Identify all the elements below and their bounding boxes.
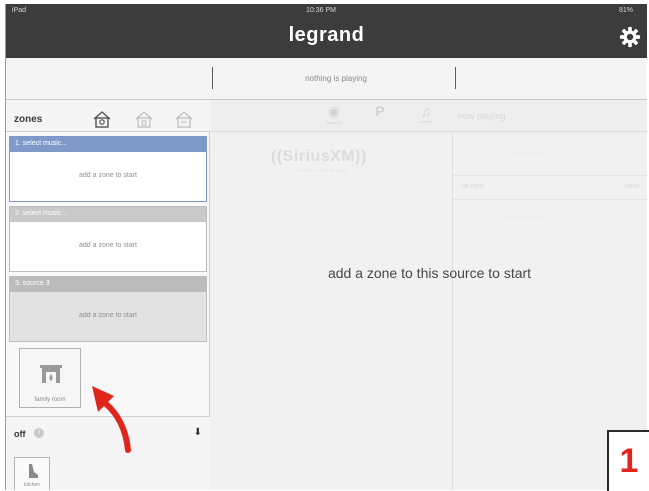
tab-library[interactable]: ♫ Library [401, 103, 451, 131]
device-label: iPad [12, 7, 27, 14]
info-icon[interactable]: i [34, 428, 44, 438]
sirius-tagline: SATELLITE RADIO [299, 168, 349, 173]
up-next-label: up next [461, 183, 484, 190]
sirius-logo: ((SiriusXM)) [271, 148, 367, 165]
house-active-icon[interactable] [92, 110, 112, 128]
settings-gear-icon[interactable] [619, 26, 641, 48]
house-icon[interactable] [134, 110, 154, 128]
fireplace-icon [40, 365, 62, 383]
clear-queue-button[interactable]: clear [625, 183, 640, 190]
divider [453, 175, 647, 176]
pandora-tab-icon: P [375, 103, 385, 119]
battery-level: 81% [618, 7, 633, 14]
step-number-badge: 1 [607, 430, 649, 491]
source-card-hint: add a zone to start [79, 312, 137, 319]
step-number: 1 [619, 442, 639, 480]
now-playing-bar[interactable]: nothing is playing [6, 58, 647, 100]
off-label: off [14, 429, 26, 439]
ghost-link: ——————— [505, 215, 547, 221]
zone-tile-kitchen[interactable]: kitchen [14, 457, 50, 490]
divider [455, 67, 456, 89]
tab-siriusxm[interactable]: ◉ SiriusXM [309, 103, 359, 131]
divider [453, 199, 647, 200]
kitchen-icon [29, 464, 38, 478]
clock: 10:36 PM [306, 7, 336, 14]
main-panel: ◉ SiriusXM P ♫ Library now playing ((Sir… [211, 100, 647, 490]
source-card-header: 1. select music... [10, 137, 206, 152]
zone-tile-label: kitchen [24, 482, 40, 488]
down-arrow-icon[interactable]: ⬇ [194, 427, 202, 438]
source-tabs: ◉ SiriusXM P ♫ Library now playing [211, 100, 647, 132]
app-title: legrand [288, 24, 365, 46]
tab-pandora[interactable]: P [355, 103, 405, 131]
now-playing-heading: now playing [458, 111, 506, 121]
source-card-3[interactable]: 3. source 3 add a zone to start [9, 276, 207, 342]
source-card-1[interactable]: 1. select music... add a zone to start [9, 136, 207, 202]
source-card-header: 2. select music... [10, 207, 206, 222]
source-card-2[interactable]: 2. select music... add a zone to start [9, 206, 207, 272]
tab-label: SiriusXM [325, 120, 342, 125]
zone-tile-label: family room [34, 397, 66, 403]
empty-state-message: add a zone to this source to start [327, 265, 532, 281]
source-card-hint: add a zone to start [79, 242, 137, 249]
title-bar: legrand [6, 18, 647, 58]
status-bar: iPad 10:36 PM 81% [6, 4, 647, 18]
source-card-header: 3. source 3 [10, 277, 206, 292]
tab-label: Library [419, 119, 433, 124]
source-card-hint: add a zone to start [79, 172, 137, 179]
ghost-link: —————— [511, 151, 547, 157]
callout-arrow-icon [92, 386, 131, 453]
house-icon[interactable] [174, 110, 194, 128]
music-note-icon: ♫ [420, 103, 432, 119]
zones-label: zones [14, 114, 43, 125]
now-playing-status: nothing is playing [305, 74, 367, 83]
zones-header: zones [6, 100, 210, 132]
zone-tile-family-room[interactable]: family room [19, 348, 81, 408]
sirius-tab-icon: ◉ [327, 103, 341, 119]
